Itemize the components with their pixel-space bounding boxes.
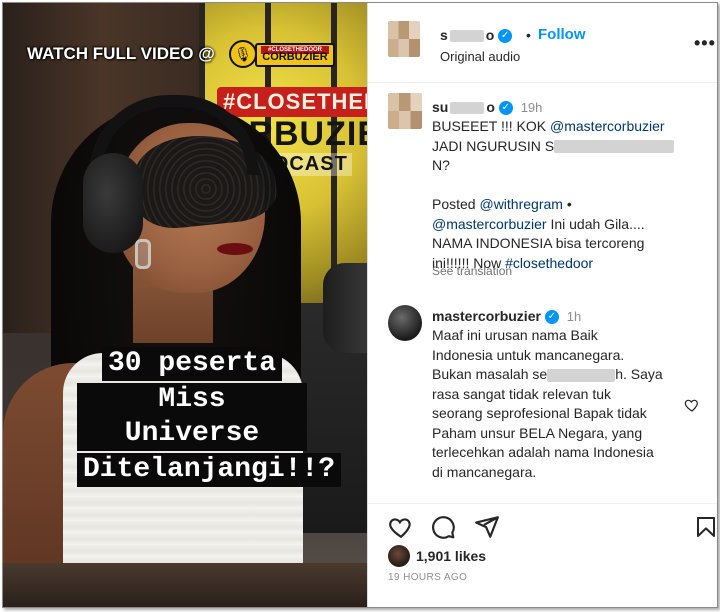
instagram-post-window: #CLOSETHEDOO ORBUZIE PODCAST WATCH FULL …	[2, 2, 718, 608]
headphones-cup	[83, 153, 143, 253]
caption-line: 30 peserta	[101, 347, 283, 381]
hashtag-link[interactable]: #closethedoor	[505, 255, 593, 271]
comment-text: Maaf ini urusan nama Baik Indonesia untu…	[432, 326, 686, 482]
caption-line: Ditelanjangi!!?	[77, 453, 342, 487]
comment-line: h. Saya	[615, 366, 663, 382]
caption-text: BUSEEET !!! KOK @mastercorbuzier JADI NG…	[432, 117, 686, 273]
commenter-avatar[interactable]	[388, 305, 422, 341]
caption-line: Miss Universe	[77, 383, 307, 451]
post-details-panel: s o ✓ • Follow Original audio ••• su o ✓ 1…	[367, 3, 718, 607]
earring	[135, 239, 151, 269]
caption-time: 19h	[520, 100, 543, 115]
heart-icon[interactable]	[388, 514, 414, 540]
send-icon[interactable]	[474, 514, 500, 540]
see-translation-link[interactable]: See translation	[432, 264, 512, 278]
follow-button[interactable]: Follow	[538, 26, 586, 43]
post-header: s o ✓ • Follow Original audio •••	[368, 3, 717, 83]
caption-author-avatar[interactable]	[388, 93, 422, 129]
corbuzier-logo: #CLOSETHEDOOR CORBUZIER	[255, 43, 335, 67]
caption-line: Ini udah Gila....	[546, 215, 645, 232]
separator-dot: •	[526, 27, 531, 43]
person-lips	[217, 243, 253, 255]
redaction-blur	[449, 30, 484, 43]
comment-time: 1h	[566, 309, 582, 324]
post-caption: su o ✓ 19h BUSEEET !!! KOK @mastercorbuzi…	[368, 91, 717, 291]
separator: •	[562, 196, 572, 212]
author-username-end: o	[485, 27, 495, 43]
liker-avatar	[388, 545, 410, 567]
microphone-logo-icon: 🎙	[229, 40, 257, 68]
verified-badge-icon: ✓	[498, 101, 513, 116]
comment-line: terlecehkan adalah nama Indonesia	[432, 444, 654, 460]
desk	[3, 563, 367, 607]
caption-username-start: su	[432, 99, 449, 115]
watch-full-video-label: WATCH FULL VIDEO @	[27, 44, 215, 63]
caption-line: N?	[432, 157, 450, 173]
caption-username[interactable]: su o ✓ 19h	[432, 99, 543, 116]
comment-line: Indonesia untuk mancanegara.	[432, 346, 625, 363]
verified-badge-icon: ✓	[498, 29, 513, 44]
bookmark-icon[interactable]	[694, 514, 718, 540]
caption-line: BUSEEET !!! KOK	[432, 118, 547, 134]
more-options-icon[interactable]: •••	[694, 33, 716, 54]
comment-line: di mancanegara.	[432, 463, 537, 480]
mention-link[interactable]: @withregram	[479, 196, 562, 212]
mention-link[interactable]: @mastercorbuzier	[550, 118, 665, 134]
logo-name: CORBUZIER	[262, 51, 328, 63]
video-caption: 30 peserta Miss Universe Ditelanjangi!!?	[77, 346, 342, 488]
post-video[interactable]: #CLOSETHEDOO ORBUZIE PODCAST WATCH FULL …	[3, 3, 367, 607]
comment-line: Paham unsur BELA Negara, yang	[432, 424, 643, 441]
comment-line: Bukan masalah se	[432, 366, 548, 382]
comment-like-heart-icon[interactable]	[684, 397, 700, 413]
commenter-username[interactable]: mastercorbuzier ✓ 1h	[432, 308, 582, 325]
original-audio-link[interactable]: Original audio	[440, 49, 520, 64]
comment-icon[interactable]	[430, 514, 456, 540]
comment-line: seorang seprofesional Bapak tidak	[432, 405, 647, 421]
comment-line: rasa sangat tidak relevan tuk	[432, 385, 611, 402]
comment-line: Maaf ini urusan nama Baik	[432, 327, 598, 343]
verified-badge-icon: ✓	[544, 310, 559, 325]
author-username[interactable]: s o ✓	[440, 27, 513, 44]
caption-line: JADI NGURUSIN S	[432, 137, 555, 154]
sign-hashtag-text: #CLOSETHEDOO	[217, 87, 367, 117]
comment-item: mastercorbuzier ✓ 1h Maaf ini urusan nam…	[368, 303, 717, 493]
caption-username-end: o	[486, 99, 495, 115]
microphone-arm	[323, 263, 367, 353]
post-timestamp: 19 HOURS AGO	[388, 572, 468, 583]
commenter-username-text: mastercorbuzier	[432, 308, 541, 324]
mention-link[interactable]: @mastercorbuzier	[432, 216, 547, 232]
author-username-start: s	[440, 27, 448, 43]
likes-count[interactable]: 1,901 likes	[416, 548, 486, 564]
caption-line: NAMA INDONESIA bisa tercoreng	[432, 235, 645, 251]
redaction-blur	[547, 368, 616, 382]
redaction-blur	[450, 102, 485, 115]
author-avatar[interactable]	[388, 21, 420, 57]
posted-label: Posted	[432, 196, 476, 212]
redaction-blur	[554, 140, 675, 154]
